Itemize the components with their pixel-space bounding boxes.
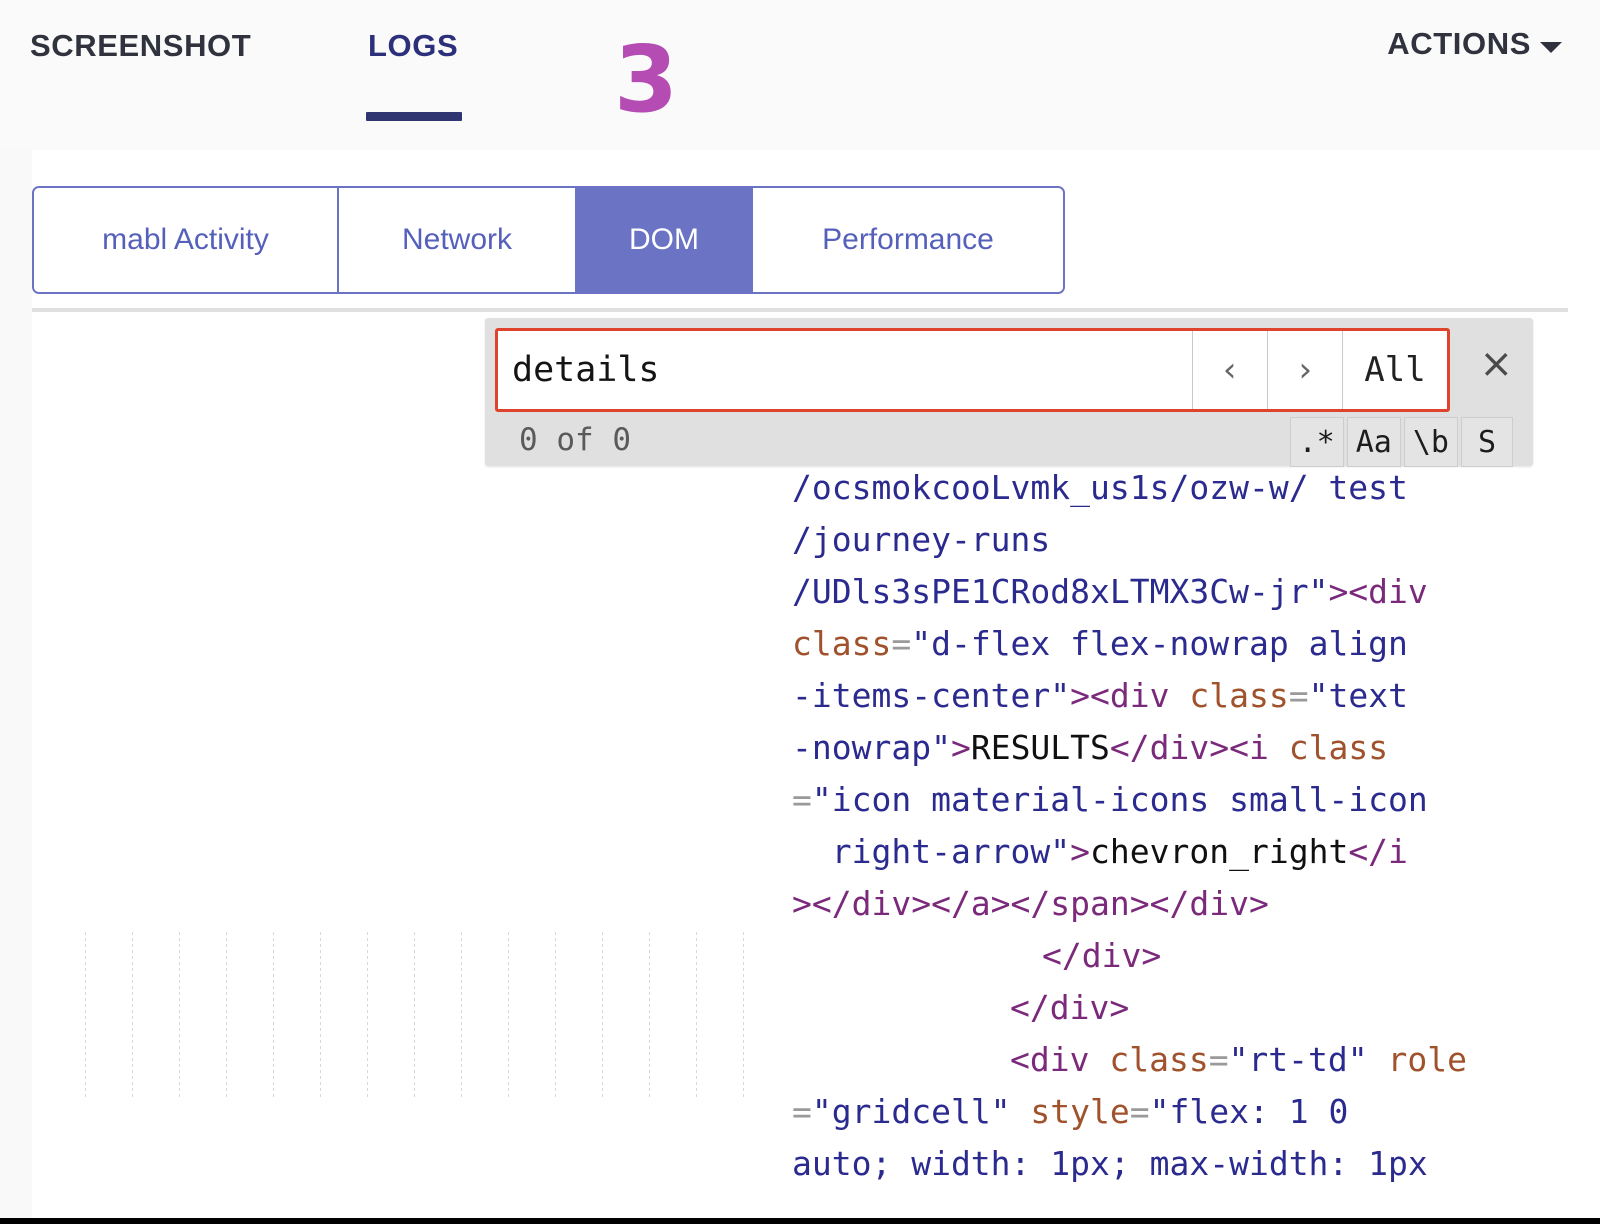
code-token: > bbox=[1070, 832, 1090, 871]
code-token: -nowrap" bbox=[792, 728, 951, 767]
code-token: </div><i bbox=[1110, 728, 1289, 767]
toggle-search-in-selection[interactable]: S bbox=[1461, 417, 1513, 467]
code-token: </i bbox=[1348, 832, 1408, 871]
code-line: ></div></a></span></div> bbox=[792, 878, 1269, 930]
indent-guide bbox=[132, 932, 133, 1097]
code-token: "text bbox=[1309, 676, 1408, 715]
find-input-group: ‹ › All bbox=[495, 328, 1450, 412]
indent-guide bbox=[179, 932, 180, 1097]
code-token: "flex: 1 0 bbox=[1150, 1092, 1349, 1131]
tab-logs-active-indicator bbox=[366, 112, 462, 121]
toggle-regex[interactable]: .* bbox=[1290, 417, 1344, 467]
chevron-down-icon bbox=[1540, 42, 1562, 53]
code-token: /UDls3sPE1CRod8xLTMX3Cw-jr" bbox=[792, 572, 1328, 611]
indent-guide bbox=[85, 932, 86, 1097]
tab-mabl-activity[interactable]: mabl Activity bbox=[34, 188, 339, 292]
code-token: = bbox=[1289, 676, 1309, 715]
indent-guide bbox=[414, 932, 415, 1097]
code-token: RESULTS bbox=[971, 728, 1110, 767]
code-line: auto; width: 1px; max-width: 1px bbox=[792, 1138, 1428, 1190]
code-token: = bbox=[1130, 1092, 1150, 1131]
code-line: ="gridcell" style="flex: 1 0 bbox=[792, 1086, 1348, 1138]
indent-guide bbox=[602, 932, 603, 1097]
find-all-button[interactable]: All bbox=[1342, 331, 1447, 409]
close-icon[interactable]: × bbox=[1479, 344, 1513, 384]
indent-guide bbox=[508, 932, 509, 1097]
indent-guide bbox=[320, 932, 321, 1097]
code-line: ="icon material-icons small-icon bbox=[792, 774, 1428, 826]
code-token: chevron_right bbox=[1090, 832, 1348, 871]
actions-menu-label: ACTIONS bbox=[1387, 26, 1531, 62]
code-token: = bbox=[792, 1092, 812, 1131]
log-section-tab-group: mabl Activity Network DOM Performance bbox=[32, 186, 1065, 294]
code-token: > bbox=[951, 728, 971, 767]
annotation-step-marker: 3 bbox=[614, 34, 678, 126]
code-line: /journey-runs bbox=[792, 514, 1050, 566]
code-token: ><div bbox=[1328, 572, 1427, 611]
code-line: </div> bbox=[1010, 982, 1129, 1034]
tab-screenshot[interactable]: SCREENSHOT bbox=[30, 28, 251, 64]
code-token: = bbox=[1209, 1040, 1229, 1079]
tab-logs[interactable]: LOGS bbox=[368, 28, 458, 64]
code-token: class bbox=[1109, 1040, 1208, 1079]
code-line: /UDls3sPE1CRod8xLTMX3Cw-jr"><div bbox=[792, 566, 1428, 618]
code-token: style bbox=[1011, 1092, 1130, 1131]
indent-guide bbox=[461, 932, 462, 1097]
code-token: class bbox=[792, 624, 891, 663]
code-token: = bbox=[891, 624, 911, 663]
left-gutter bbox=[0, 0, 32, 1218]
code-token: ></div></a></span></div> bbox=[792, 884, 1269, 923]
code-token: "icon material-icons small-icon bbox=[812, 780, 1428, 819]
indent-guide bbox=[367, 932, 368, 1097]
code-token: right-arrow" bbox=[792, 832, 1070, 871]
code-token: </div> bbox=[1042, 936, 1161, 975]
find-option-toggles: .* Aa \b S bbox=[1290, 417, 1513, 467]
code-token: role bbox=[1368, 1040, 1467, 1079]
indent-guide bbox=[649, 932, 650, 1097]
code-line: <div class="rt-td" role bbox=[1010, 1034, 1467, 1086]
indent-guides bbox=[85, 932, 785, 1097]
code-line: right-arrow">chevron_right</i bbox=[792, 826, 1408, 878]
code-token: class bbox=[1189, 676, 1288, 715]
code-token: auto; width: 1px; max-width: 1px bbox=[792, 1144, 1428, 1183]
code-token: "gridcell" bbox=[812, 1092, 1011, 1131]
tab-network[interactable]: Network bbox=[339, 188, 577, 292]
code-line: </div> bbox=[1042, 930, 1161, 982]
actions-menu-button[interactable]: ACTIONS bbox=[1387, 26, 1562, 62]
code-token: </div> bbox=[1010, 988, 1129, 1027]
code-line: -nowrap">RESULTS</div><i class bbox=[792, 722, 1388, 774]
code-token: -items-center" bbox=[792, 676, 1070, 715]
indent-guide bbox=[555, 932, 556, 1097]
indent-guide bbox=[696, 932, 697, 1097]
tab-dom[interactable]: DOM bbox=[577, 188, 753, 292]
code-token: = bbox=[792, 780, 812, 819]
tab-performance[interactable]: Performance bbox=[753, 188, 1063, 292]
code-token: class bbox=[1289, 728, 1388, 767]
find-next-button[interactable]: › bbox=[1267, 331, 1342, 409]
find-bar: ‹ › All × 0 of 0 .* Aa \b S bbox=[485, 318, 1533, 466]
code-token: /ocsmokcooLvmk_us1s/ozw-w/ test bbox=[792, 468, 1408, 507]
top-navigation-bar: SCREENSHOT LOGS 3 ACTIONS bbox=[0, 0, 1600, 150]
code-token: <div bbox=[1010, 1040, 1109, 1079]
code-token: "rt-td" bbox=[1229, 1040, 1368, 1079]
indent-guide bbox=[273, 932, 274, 1097]
code-token: "d-flex flex-nowrap align bbox=[911, 624, 1408, 663]
indent-guide bbox=[743, 932, 744, 1097]
code-line: -items-center"><div class="text bbox=[792, 670, 1408, 722]
toggle-match-case[interactable]: Aa bbox=[1347, 417, 1401, 467]
find-result-count: 0 of 0 bbox=[519, 422, 631, 458]
code-line: /ocsmokcooLvmk_us1s/ozw-w/ test bbox=[792, 462, 1408, 514]
toggle-whole-word[interactable]: \b bbox=[1404, 417, 1458, 467]
indent-guide bbox=[226, 932, 227, 1097]
app-page: SCREENSHOT LOGS 3 ACTIONS mabl Activity … bbox=[0, 0, 1600, 1218]
find-input[interactable] bbox=[498, 331, 1192, 409]
find-previous-button[interactable]: ‹ bbox=[1192, 331, 1267, 409]
code-token: /journey-runs bbox=[792, 520, 1050, 559]
code-line: class="d-flex flex-nowrap align bbox=[792, 618, 1408, 670]
code-token: ><div bbox=[1070, 676, 1189, 715]
